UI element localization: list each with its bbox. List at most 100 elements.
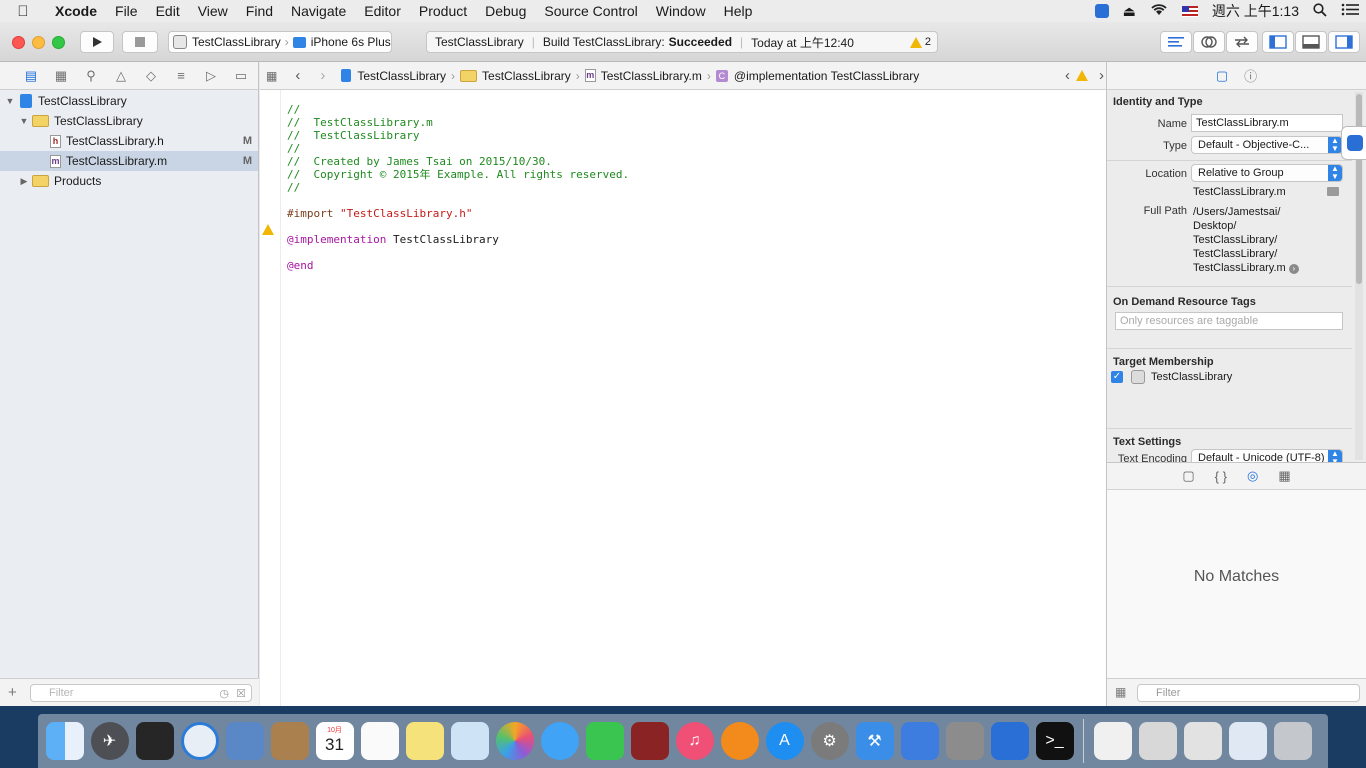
target-checkbox[interactable]: ✓: [1111, 371, 1123, 383]
instruments-icon[interactable]: [900, 722, 939, 760]
reminders-icon[interactable]: [360, 722, 399, 760]
jumpbar-crumb-project[interactable]: TestClassLibrary: [341, 69, 446, 83]
menu-xcode[interactable]: Xcode: [46, 3, 106, 19]
minimize-window-button[interactable]: [32, 36, 45, 49]
launchpad-icon[interactable]: ✈: [90, 722, 129, 760]
teamviewer-status-icon[interactable]: [1094, 4, 1109, 18]
editor-gutter[interactable]: [260, 90, 281, 706]
system-preferences-icon[interactable]: ⚙: [810, 722, 849, 760]
file-inspector-icon[interactable]: ▢: [1216, 68, 1228, 84]
mail-icon[interactable]: [225, 722, 264, 760]
add-file-icon[interactable]: +: [8, 684, 17, 701]
text-encoding-popup[interactable]: Default - Unicode (UTF-8) ▲ ▼: [1191, 449, 1343, 462]
object-library-icon[interactable]: ◎: [1247, 468, 1258, 484]
location-popup[interactable]: Relative to Group ▲ ▼: [1191, 164, 1343, 182]
odr-tags-field[interactable]: Only resources are taggable: [1115, 312, 1343, 330]
safari-icon[interactable]: [180, 722, 219, 760]
next-issue-button[interactable]: ›: [1099, 67, 1104, 84]
menu-editor[interactable]: Editor: [355, 3, 410, 19]
menu-find[interactable]: Find: [237, 3, 282, 19]
navigator-filter-input[interactable]: Filter ◷ ☒: [30, 684, 252, 702]
toggle-inspector-button[interactable]: [1328, 31, 1360, 53]
assistant-editor-button[interactable]: [1193, 31, 1225, 53]
photo-app-icon[interactable]: [630, 722, 669, 760]
menu-help[interactable]: Help: [715, 3, 762, 19]
itunes-icon[interactable]: ♫: [675, 722, 714, 760]
photos-icon[interactable]: [495, 722, 534, 760]
contacts-icon[interactable]: [270, 722, 309, 760]
symbol-navigator-icon[interactable]: ▦: [46, 68, 76, 84]
code-snippet-library-icon[interactable]: { }: [1215, 469, 1227, 484]
teamviewer-side-tab[interactable]: [1341, 126, 1366, 160]
back-button[interactable]: ‹: [295, 67, 300, 84]
test-navigator-icon[interactable]: ◇: [136, 68, 166, 84]
zoom-window-button[interactable]: [52, 36, 65, 49]
menu-window[interactable]: Window: [647, 3, 715, 19]
trash-icon[interactable]: [1273, 722, 1312, 760]
file-name-field[interactable]: TestClassLibrary.m: [1191, 114, 1343, 132]
eject-icon[interactable]: ⏏: [1123, 3, 1136, 20]
document-stack-icon[interactable]: [1093, 722, 1132, 760]
line-warning-icon[interactable]: [262, 224, 274, 235]
choose-folder-icon[interactable]: [1327, 187, 1339, 196]
menu-edit[interactable]: Edit: [147, 3, 189, 19]
terminal-icon[interactable]: >_: [1035, 722, 1074, 760]
file-type-popup[interactable]: Default - Objective-C... ▲ ▼: [1191, 136, 1343, 154]
version-editor-button[interactable]: [1226, 31, 1258, 53]
scheme-name[interactable]: TestClassLibrary: [192, 35, 281, 49]
issue-navigator-icon[interactable]: △: [106, 68, 136, 84]
jumpbar-crumb-symbol[interactable]: C @implementation TestClassLibrary: [715, 69, 919, 83]
standard-editor-button[interactable]: [1160, 31, 1192, 53]
simulator-icon[interactable]: [945, 722, 984, 760]
menubar-clock[interactable]: 週六 上午1:13: [1212, 1, 1299, 21]
disclosure-open-icon[interactable]: ▼: [18, 116, 30, 126]
menu-navigate[interactable]: Navigate: [282, 3, 355, 19]
destination-name[interactable]: iPhone 6s Plus: [311, 35, 391, 49]
issue-warning-icon[interactable]: [1076, 70, 1088, 81]
teamviewer-icon[interactable]: [990, 722, 1029, 760]
finder-icon[interactable]: [45, 722, 84, 760]
preview-icon[interactable]: [450, 722, 489, 760]
forward-button[interactable]: ›: [320, 67, 325, 84]
apple-menu-icon[interactable]: : [0, 3, 46, 20]
tree-item-project[interactable]: ▼ TestClassLibrary: [0, 91, 258, 111]
menu-view[interactable]: View: [189, 3, 237, 19]
notification-center-icon[interactable]: [1341, 3, 1359, 19]
find-navigator-icon[interactable]: ⚲: [76, 68, 106, 84]
messages-icon[interactable]: [540, 722, 579, 760]
scheme-selector[interactable]: TestClassLibrary › iPhone 6s Plus: [168, 31, 392, 53]
spotlight-search-icon[interactable]: [1313, 2, 1327, 20]
menu-product[interactable]: Product: [410, 3, 476, 19]
notes-icon[interactable]: [405, 722, 444, 760]
keyboard-viewer-icon[interactable]: [1183, 722, 1222, 760]
toggle-navigator-button[interactable]: [1262, 31, 1294, 53]
debug-navigator-icon[interactable]: ≡: [166, 68, 196, 83]
app-store-icon[interactable]: A: [765, 722, 804, 760]
jumpbar-crumb-group[interactable]: TestClassLibrary: [460, 69, 571, 83]
photo-booth-icon[interactable]: [135, 722, 174, 760]
jumpbar-crumb-file[interactable]: m TestClassLibrary.m: [584, 69, 702, 83]
media-library-icon[interactable]: ▦: [1278, 468, 1290, 484]
tree-item-group[interactable]: ▼ TestClassLibrary: [0, 111, 258, 131]
menu-source-control[interactable]: Source Control: [535, 3, 646, 19]
menu-debug[interactable]: Debug: [476, 3, 535, 19]
close-window-button[interactable]: [12, 36, 25, 49]
calendar-icon[interactable]: 10月 31: [315, 722, 354, 760]
disclosure-open-icon[interactable]: ▼: [4, 96, 16, 106]
target-membership-row[interactable]: ✓ TestClassLibrary: [1111, 370, 1232, 384]
xcode-icon[interactable]: ⚒: [855, 722, 894, 760]
wifi-icon[interactable]: [1150, 3, 1168, 19]
run-button[interactable]: [80, 31, 114, 53]
quick-help-icon[interactable]: ⓘ: [1244, 66, 1257, 85]
facetime-icon[interactable]: [585, 722, 624, 760]
downloads-stack-icon[interactable]: [1138, 722, 1177, 760]
scm-filter-icon[interactable]: ☒: [236, 686, 246, 702]
screenshot-stack-icon[interactable]: [1228, 722, 1267, 760]
reveal-in-finder-icon[interactable]: ›: [1288, 264, 1299, 274]
scrollbar-thumb[interactable]: [1356, 94, 1362, 284]
stop-button[interactable]: [122, 31, 158, 53]
previous-issue-button[interactable]: ‹: [1065, 67, 1070, 84]
tree-item-source-file[interactable]: m TestClassLibrary.m M: [0, 151, 258, 171]
library-filter-input[interactable]: Filter: [1137, 684, 1360, 702]
input-source-flag-icon[interactable]: [1181, 5, 1198, 17]
